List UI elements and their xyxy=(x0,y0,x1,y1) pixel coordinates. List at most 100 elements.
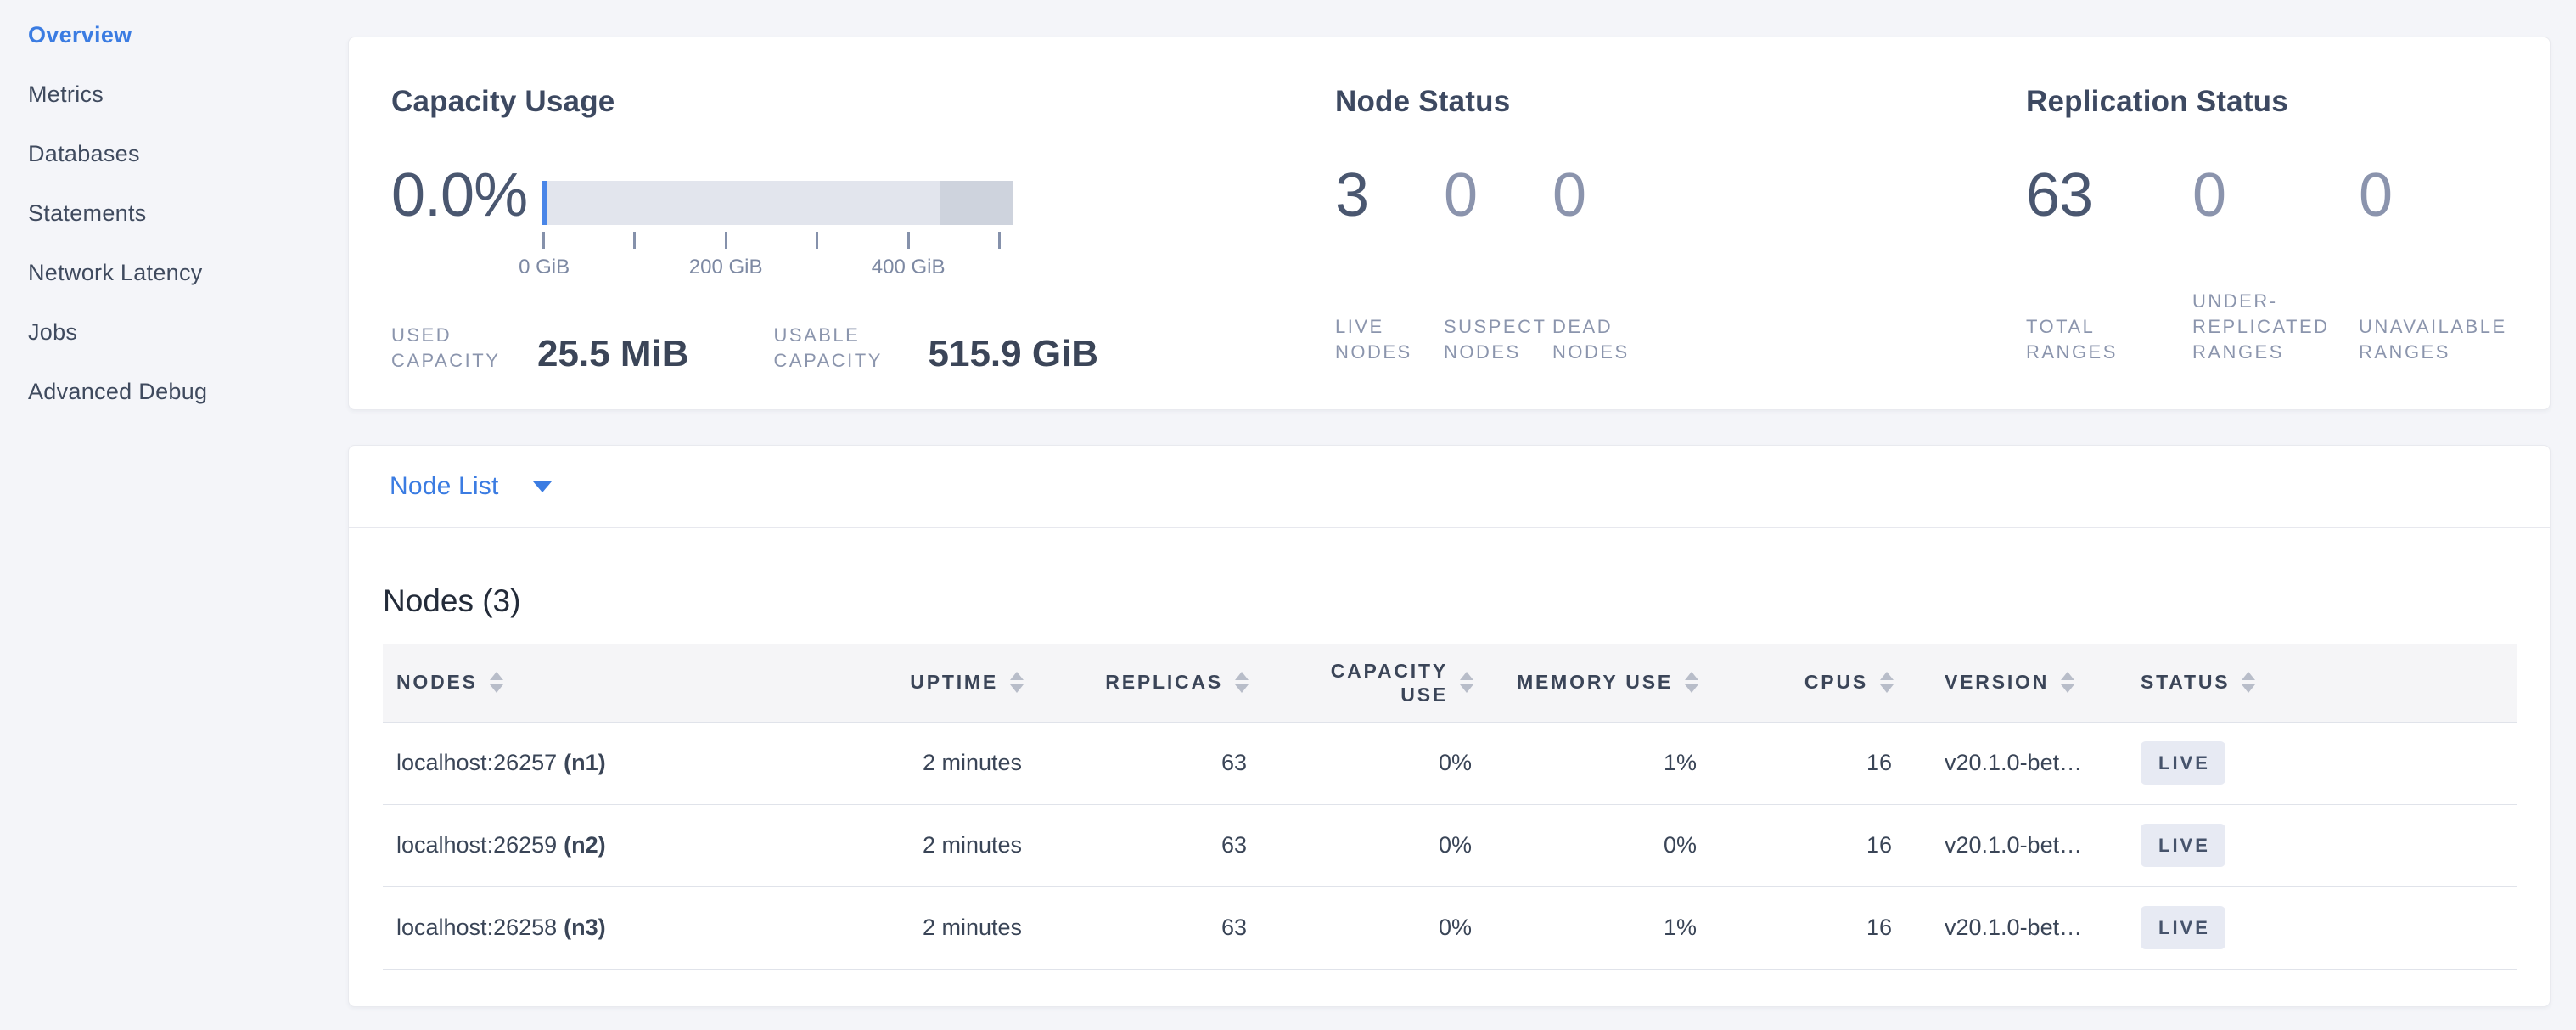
dead-nodes-value: 0 xyxy=(1552,161,1661,289)
sort-icon[interactable] xyxy=(1010,672,1024,693)
replicas-cell: 63 xyxy=(1032,722,1257,804)
version-cell: v20.1.0-bet… xyxy=(1902,722,2127,804)
axis-tick xyxy=(542,232,545,249)
capacity-percent: 0.0% xyxy=(391,161,527,229)
node-name-link[interactable]: localhost:26257(n1) xyxy=(383,722,839,804)
axis-tick xyxy=(633,232,636,249)
uptime-cell: 2 minutes xyxy=(839,886,1032,969)
axis-tick xyxy=(816,232,818,249)
table-row: localhost:26259(n2) 2 minutes 63 0% 0% 1… xyxy=(383,804,2517,886)
cpus-cell: 16 xyxy=(1707,886,1902,969)
live-nodes-value: 3 xyxy=(1335,161,1444,289)
table-header-row: NODES UPTIME REPLICAS CAPACITY USE xyxy=(383,644,2517,722)
column-header-nodes[interactable]: NODES xyxy=(383,644,839,722)
sort-icon[interactable] xyxy=(2242,672,2255,693)
capacity-gauge-axis: 0 GiB 200 GiB 400 GiB xyxy=(542,232,1013,279)
chevron-down-icon xyxy=(533,481,552,492)
column-header-memory-use[interactable]: MEMORY USE xyxy=(1482,644,1707,722)
nodes-heading: Nodes (3) xyxy=(383,583,2516,620)
capacity-use-cell: 0% xyxy=(1257,804,1482,886)
column-header-cpus[interactable]: CPUS xyxy=(1707,644,1902,722)
used-capacity-stat: USED CAPACITY 25.5 MiB xyxy=(391,323,689,374)
under-replicated-ranges-stat: 0 UNDER-REPLICATED RANGES xyxy=(2192,161,2359,365)
sort-icon[interactable] xyxy=(1880,672,1894,693)
usable-capacity-stat: USABLE CAPACITY 515.9 GiB xyxy=(774,323,1099,374)
sidebar: Overview Metrics Databases Statements Ne… xyxy=(0,0,348,1030)
node-name-link[interactable]: localhost:26259(n2) xyxy=(383,804,839,886)
version-cell: v20.1.0-bet… xyxy=(1902,804,2127,886)
node-list-dropdown[interactable]: Node List xyxy=(349,446,2550,528)
status-badge: LIVE xyxy=(2141,906,2225,949)
dead-nodes-label: DEAD NODES xyxy=(1552,314,1656,365)
sort-icon[interactable] xyxy=(1460,672,1473,693)
usable-capacity-value: 515.9 GiB xyxy=(929,335,1099,374)
uptime-cell: 2 minutes xyxy=(839,804,1032,886)
version-cell: v20.1.0-bet… xyxy=(1902,886,2127,969)
replication-status-title: Replication Status xyxy=(2026,83,2525,121)
under-replicated-ranges-label: UNDER-REPLICATED RANGES xyxy=(2192,289,2330,365)
sidebar-item-overview[interactable]: Overview xyxy=(28,20,348,80)
under-replicated-ranges-value: 0 xyxy=(2192,161,2359,289)
column-header-version[interactable]: VERSION xyxy=(1902,644,2127,722)
dead-nodes-stat: 0 DEAD NODES xyxy=(1552,161,1661,365)
sort-icon[interactable] xyxy=(1685,672,1698,693)
sidebar-item-databases[interactable]: Databases xyxy=(28,139,348,199)
capacity-gauge-used-marker xyxy=(542,181,547,225)
axis-label-400gib: 400 GiB xyxy=(872,256,946,279)
memory-use-cell: 1% xyxy=(1482,722,1707,804)
axis-tick xyxy=(907,232,910,249)
axis-label-200gib: 200 GiB xyxy=(689,256,763,279)
capacity-gauge: 0 GiB 200 GiB 400 GiB xyxy=(542,181,1013,279)
table-row: localhost:26257(n1) 2 minutes 63 0% 1% 1… xyxy=(383,722,2517,804)
unavailable-ranges-label: UNAVAILABLE RANGES xyxy=(2359,314,2525,365)
usable-capacity-label: USABLE CAPACITY xyxy=(774,323,910,374)
column-header-capacity-use[interactable]: CAPACITY USE xyxy=(1257,644,1482,722)
sort-icon[interactable] xyxy=(490,672,503,693)
table-row: localhost:26258(n3) 2 minutes 63 0% 1% 1… xyxy=(383,886,2517,969)
sidebar-item-jobs[interactable]: Jobs xyxy=(28,318,348,377)
total-ranges-label: TOTAL RANGES xyxy=(2026,314,2164,365)
capacity-use-cell: 0% xyxy=(1257,886,1482,969)
capacity-usage-section: Capacity Usage 0.0% 0 GiB 200 GiB 400 xyxy=(391,83,1335,409)
replication-status-section: Replication Status 63 TOTAL RANGES 0 UND… xyxy=(2026,83,2525,409)
cpus-cell: 16 xyxy=(1707,722,1902,804)
sort-icon[interactable] xyxy=(1235,672,1249,693)
column-header-uptime[interactable]: UPTIME xyxy=(839,644,1032,722)
capacity-usage-title: Capacity Usage xyxy=(391,83,1335,121)
suspect-nodes-stat: 0 SUSPECT NODES xyxy=(1444,161,1552,365)
suspect-nodes-value: 0 xyxy=(1444,161,1552,289)
axis-tick xyxy=(998,232,1001,249)
node-status-section: Node Status 3 LIVE NODES 0 SUSPECT NODES… xyxy=(1335,83,2026,409)
sidebar-item-network-latency[interactable]: Network Latency xyxy=(28,258,348,318)
unavailable-ranges-value: 0 xyxy=(2359,161,2525,289)
live-nodes-label: LIVE NODES xyxy=(1335,314,1439,365)
status-badge: LIVE xyxy=(2141,741,2225,785)
axis-label-0gib: 0 GiB xyxy=(519,256,570,279)
status-badge: LIVE xyxy=(2141,824,2225,867)
used-capacity-value: 25.5 MiB xyxy=(537,335,689,374)
sort-icon[interactable] xyxy=(2061,672,2074,693)
sidebar-item-metrics[interactable]: Metrics xyxy=(28,80,348,139)
node-name-link[interactable]: localhost:26258(n3) xyxy=(383,886,839,969)
memory-use-cell: 1% xyxy=(1482,886,1707,969)
column-header-status[interactable]: STATUS xyxy=(2127,644,2517,722)
total-ranges-value: 63 xyxy=(2026,161,2192,289)
capacity-gauge-reserved-segment xyxy=(940,181,1013,225)
capacity-gauge-bar xyxy=(542,181,1013,225)
replicas-cell: 63 xyxy=(1032,886,1257,969)
axis-tick xyxy=(725,232,727,249)
sidebar-item-statements[interactable]: Statements xyxy=(28,199,348,258)
nodes-table: NODES UPTIME REPLICAS CAPACITY USE xyxy=(383,644,2517,970)
total-ranges-stat: 63 TOTAL RANGES xyxy=(2026,161,2192,365)
node-list-dropdown-label[interactable]: Node List xyxy=(390,472,499,501)
cpus-cell: 16 xyxy=(1707,804,1902,886)
memory-use-cell: 0% xyxy=(1482,804,1707,886)
live-nodes-stat: 3 LIVE NODES xyxy=(1335,161,1444,365)
column-header-replicas[interactable]: REPLICAS xyxy=(1032,644,1257,722)
sidebar-item-advanced-debug[interactable]: Advanced Debug xyxy=(28,377,348,436)
uptime-cell: 2 minutes xyxy=(839,722,1032,804)
node-status-title: Node Status xyxy=(1335,83,2026,121)
unavailable-ranges-stat: 0 UNAVAILABLE RANGES xyxy=(2359,161,2525,365)
used-capacity-label: USED CAPACITY xyxy=(391,323,519,374)
node-list-card: Node List Nodes (3) NODES UPTIME xyxy=(348,445,2551,1007)
